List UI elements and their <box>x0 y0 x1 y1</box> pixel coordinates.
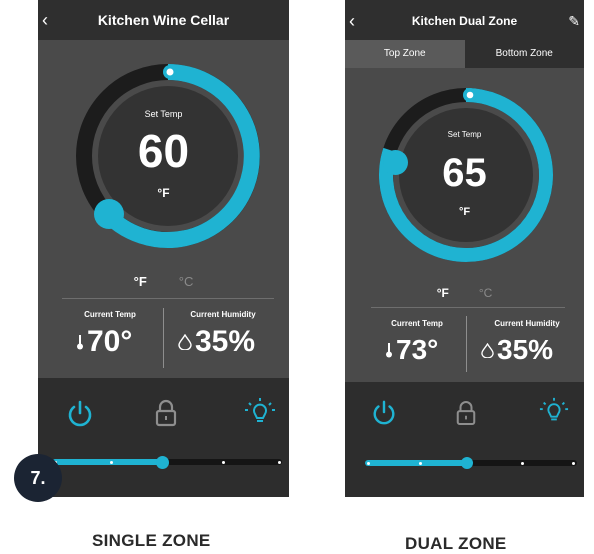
power-icon[interactable] <box>66 400 94 428</box>
slider-tick <box>278 460 281 464</box>
set-temp-value: 65 <box>442 151 487 195</box>
page-title: Kitchen Dual Zone <box>411 14 518 28</box>
current-humidity-label: Current Humidity <box>494 319 560 328</box>
light-bulb-icon[interactable] <box>244 396 276 428</box>
unit-c-option[interactable]: °C <box>479 286 492 300</box>
light-bulb-icon[interactable] <box>539 396 569 426</box>
slider-tick <box>222 460 225 464</box>
water-drop-icon <box>178 334 192 350</box>
tab-top-zone[interactable]: Top Zone <box>345 40 465 68</box>
dual-zone-caption: DUAL ZONE <box>405 534 507 553</box>
unit-f-option[interactable]: °F <box>437 286 449 300</box>
unit-f-option[interactable]: °F <box>134 274 147 289</box>
thermometer-icon <box>77 335 83 350</box>
slider-tick <box>572 461 575 465</box>
current-temp-label: Current Temp <box>84 310 136 319</box>
current-humidity-label: Current Humidity <box>190 310 256 319</box>
slider-tick <box>110 460 113 464</box>
power-icon[interactable] <box>371 400 397 426</box>
set-temp-value: 60 <box>137 125 190 177</box>
lock-icon[interactable] <box>455 400 477 426</box>
current-humidity-value: 35% <box>178 325 255 359</box>
slider-fill <box>52 459 162 465</box>
unit-toggle[interactable]: °F °C <box>345 286 584 300</box>
set-temp-unit: °F <box>458 206 471 218</box>
page-title: Kitchen Wine Cellar <box>97 12 230 28</box>
header: ‹ Kitchen Wine Cellar <box>38 0 289 40</box>
edit-icon[interactable]: ✎ <box>568 0 580 42</box>
slider-tick <box>419 461 422 465</box>
slider-knob[interactable] <box>461 457 473 469</box>
tab-bottom-zone[interactable]: Bottom Zone <box>464 40 584 68</box>
water-drop-icon <box>481 342 494 358</box>
stats-divider <box>163 308 164 368</box>
single-zone-screen: ‹ Kitchen Wine Cellar Set Temp 60 °F °F … <box>38 0 289 497</box>
unit-toggle[interactable]: °F °C <box>38 274 289 289</box>
lock-icon[interactable] <box>154 399 178 427</box>
zone-tabs: Top Zone Bottom Zone <box>345 40 584 68</box>
current-temp-label: Current Temp <box>391 319 443 328</box>
current-temp-value: 70° <box>76 325 132 359</box>
set-temp-unit: °F <box>157 186 170 200</box>
dual-zone-screen: ‹ Kitchen Dual Zone ✎ Top Zone Bottom Zo… <box>345 0 584 497</box>
current-humidity-value: 35% <box>481 334 553 366</box>
current-temp-value: 73° <box>385 334 438 366</box>
slider-fill <box>365 460 467 466</box>
slider-knob[interactable] <box>155 456 169 469</box>
thermometer-icon <box>386 343 392 358</box>
divider <box>371 307 565 308</box>
dial-knob[interactable] <box>94 199 124 229</box>
control-bar <box>38 378 289 497</box>
header: ‹ Kitchen Dual Zone ✎ <box>345 0 584 40</box>
single-zone-caption: SINGLE ZONE <box>92 531 211 550</box>
step-badge: 7. <box>14 454 62 502</box>
slider-tick <box>367 461 370 465</box>
slider-tick <box>521 461 524 465</box>
set-temp-label: Set Temp <box>144 109 183 119</box>
divider <box>62 298 274 299</box>
set-temp-label: Set Temp <box>447 130 482 139</box>
back-arrow-icon[interactable]: ‹ <box>349 0 355 42</box>
unit-c-option[interactable]: °C <box>179 274 194 289</box>
back-arrow-icon[interactable]: ‹ <box>42 0 48 40</box>
control-bar <box>345 382 584 497</box>
